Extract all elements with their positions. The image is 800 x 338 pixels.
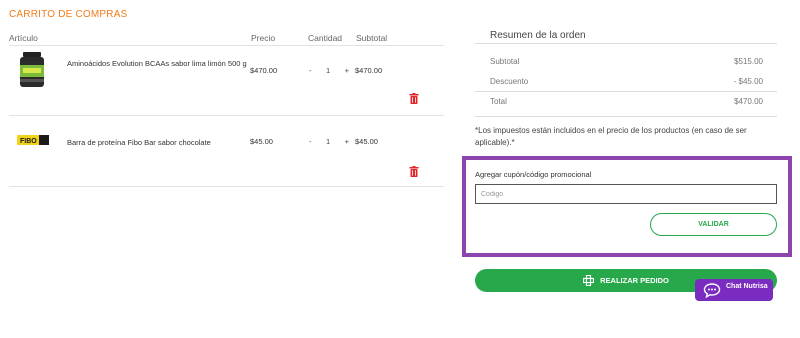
qty-value: 1 [325, 137, 331, 146]
summary-total-row: Total $470.00 [490, 97, 763, 106]
coupon-label: Agregar cupón/código promocional [475, 170, 592, 179]
chat-bubble-icon [703, 283, 721, 298]
summary-discount-value: - $45.00 [733, 77, 763, 86]
item-price: $470.00 [250, 66, 278, 75]
summary-subtotal-row: Subtotal $515.00 [490, 57, 763, 66]
row-divider [9, 186, 444, 187]
summary-discount-label: Descuento [490, 77, 529, 86]
coupon-code-input[interactable] [475, 184, 777, 204]
summary-title: Resumen de la orden [490, 30, 586, 41]
cart-title: CARRITO DE COMPRAS [9, 9, 128, 20]
item-subtotal: $45.00 [355, 137, 378, 146]
summary-total-label: Total [490, 97, 507, 106]
chat-widget-button[interactable]: Chat Nutrisa [695, 279, 773, 301]
item-subtotal: $470.00 [355, 66, 383, 75]
summary-divider [475, 91, 777, 92]
qty-decrease-button[interactable]: - [309, 137, 312, 146]
protein-bar-logo-text: FIBO [20, 138, 37, 145]
protein-bar-image: FIBO [17, 135, 49, 145]
qty-decrease-button[interactable]: - [309, 66, 312, 75]
column-quantity: Cantidad [308, 33, 343, 43]
summary-subtotal-label: Subtotal [490, 57, 520, 66]
bcaa-jar-image [20, 52, 44, 87]
cart-item: Aminoácidos Evolution BCAAs sabor lima l… [9, 52, 444, 112]
trash-icon[interactable] [409, 166, 419, 177]
column-article: Artículo [9, 33, 38, 43]
quantity-stepper: - 1 + [309, 66, 349, 75]
place-order-label: REALIZAR PEDIDO [600, 276, 669, 285]
item-price: $45.00 [250, 137, 273, 146]
tax-note: *Los impuestos están incluidos en el pre… [475, 126, 747, 147]
cart-item: FIBO Barra de proteína Fibo Bar sabor ch… [9, 128, 444, 183]
summary-subtotal-value: $515.00 [734, 57, 763, 66]
qty-increase-button[interactable]: + [345, 137, 349, 146]
item-name[interactable]: Barra de proteína Fibo Bar sabor chocola… [67, 137, 252, 148]
chat-widget-label: Chat Nutrisa [726, 283, 768, 290]
summary-total-value: $470.00 [734, 97, 763, 106]
quantity-stepper: - 1 + [309, 137, 349, 146]
validate-coupon-button[interactable]: VALIDAR [650, 213, 777, 236]
summary-divider [475, 43, 777, 44]
column-subtotal: Subtotal [356, 33, 388, 43]
row-divider [9, 115, 444, 116]
pharmacy-cross-icon [583, 275, 595, 286]
qty-increase-button[interactable]: + [345, 66, 349, 75]
item-name[interactable]: Aminoácidos Evolution BCAAs sabor lima l… [67, 58, 252, 69]
cart-table-header: Artículo Precio Cantidad Subtotal [9, 33, 444, 45]
trash-icon[interactable] [409, 93, 419, 104]
column-price: Precio [251, 33, 276, 43]
summary-divider [475, 116, 777, 117]
qty-value: 1 [325, 66, 331, 75]
summary-discount-row: Descuento - $45.00 [490, 77, 763, 86]
header-divider [9, 45, 444, 46]
